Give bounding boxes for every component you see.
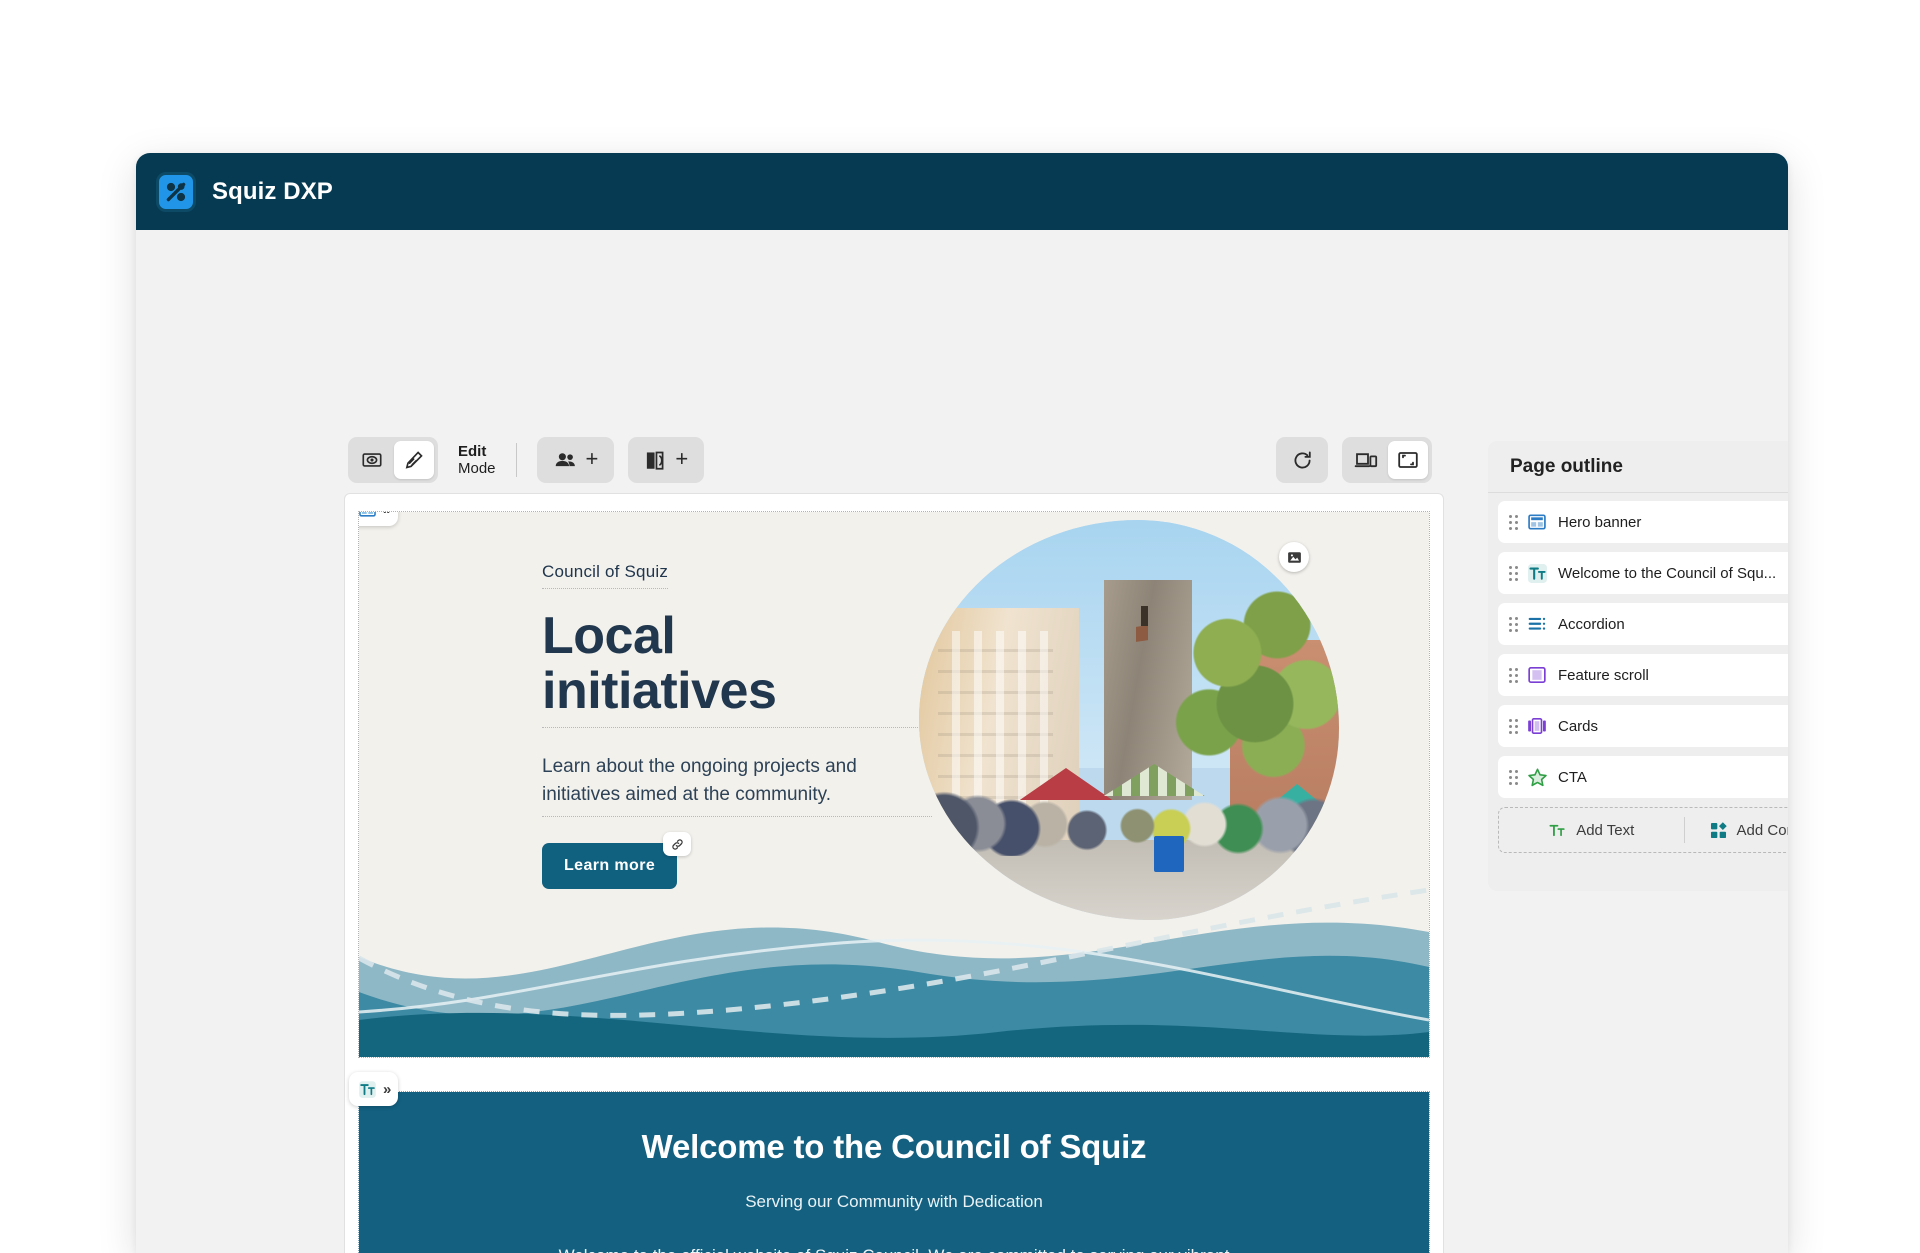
- hero-title[interactable]: Local initiatives: [542, 607, 932, 729]
- page-outline-title: Page outline: [1510, 455, 1623, 477]
- text-component-icon: [359, 1080, 376, 1098]
- photo-tower-roof: [1135, 625, 1148, 643]
- add-variant-button[interactable]: +: [628, 437, 705, 483]
- squiz-logo-icon[interactable]: [156, 171, 196, 212]
- hero-component-badge[interactable]: »: [359, 512, 399, 526]
- add-text-label: Add Text: [1576, 821, 1635, 839]
- hero-image-wrapper[interactable]: [919, 520, 1339, 920]
- edit-mode-button[interactable]: [394, 441, 434, 479]
- refresh-icon: [1294, 451, 1311, 468]
- add-audience-plus: +: [585, 446, 599, 471]
- hero-title-line1: Local: [542, 607, 676, 665]
- ab-compare-icon: [647, 451, 664, 470]
- hero-text-block: Council of Squiz Local initiatives Learn…: [542, 562, 932, 890]
- outline-row-feature-scroll[interactable]: Feature scroll•••»: [1498, 654, 1788, 696]
- device-preview-icon: [1354, 453, 1378, 468]
- app-header: Squiz DXP: [136, 153, 1788, 230]
- hero-eyebrow[interactable]: Council of Squiz: [542, 562, 669, 589]
- outline-row-cta[interactable]: CTA•••»: [1498, 756, 1788, 798]
- photo-cart: [1154, 836, 1184, 872]
- drag-handle-icon[interactable]: [1506, 666, 1520, 684]
- drag-handle-icon[interactable]: [1506, 717, 1520, 735]
- page-outline-panel: Page outline Hero banner•••» Welcome to …: [1488, 441, 1788, 891]
- hero-description[interactable]: Learn about the ongoing projects and ini…: [542, 753, 932, 818]
- outline-row-hero-banner[interactable]: Hero banner•••»: [1498, 501, 1788, 543]
- welcome-badge-chevron[interactable]: »: [383, 1081, 391, 1098]
- editor-toolbar-left: Edit Mode + +: [348, 437, 705, 483]
- edit-mode-label: Edit Mode: [458, 443, 496, 478]
- hero-banner-icon: [359, 512, 376, 517]
- hero-title-line2: initiatives: [542, 662, 777, 721]
- page-outline-header: Page outline: [1488, 441, 1788, 493]
- image-icon: [1287, 551, 1301, 563]
- text-component-icon: [1526, 562, 1548, 584]
- viewport-toggle-group: [1342, 437, 1432, 483]
- outline-add-bar: Add Text Add Component: [1498, 807, 1788, 853]
- app-window: Squiz DXP Edit Mode + + Council of Squiz…: [136, 153, 1788, 1253]
- text-icon: [1549, 824, 1565, 836]
- welcome-text-component[interactable]: » Welcome to the Council of Squiz Servin…: [349, 1072, 1430, 1253]
- hero-banner-component[interactable]: » Council of Squiz Local initiatives Lea…: [358, 511, 1430, 1058]
- edit-pencil-icon: [405, 451, 423, 469]
- add-component-button[interactable]: Add Component: [1685, 808, 1788, 852]
- drag-handle-icon[interactable]: [1506, 768, 1520, 786]
- toolbar-divider: [515, 443, 517, 477]
- outline-row-welcome-to-the-council-of-squ[interactable]: Welcome to the Council of Squ...•••»: [1498, 552, 1788, 594]
- cards-icon: [1526, 715, 1548, 737]
- welcome-subtitle[interactable]: Serving our Community with Dedication: [439, 1192, 1349, 1212]
- outline-row-label: Cards: [1558, 717, 1599, 735]
- star-icon: [1526, 766, 1548, 788]
- feature-scroll-icon: [1526, 664, 1548, 686]
- preview-eye-icon: [362, 453, 382, 467]
- hero-badge-chevron[interactable]: »: [383, 512, 391, 518]
- mode-toggle-group: [348, 437, 438, 483]
- app-title: Squiz DXP: [212, 177, 333, 205]
- hero-wave-decoration: [359, 887, 1429, 1057]
- accordion-icon: [1526, 613, 1548, 635]
- add-audience-button[interactable]: +: [536, 437, 615, 483]
- outline-row-label: Feature scroll: [1558, 666, 1649, 684]
- outline-row-label: Accordion: [1558, 615, 1625, 633]
- outline-row-label: CTA: [1558, 768, 1587, 786]
- squiz-logo-glyph: [166, 182, 186, 201]
- link-icon: [671, 839, 683, 850]
- hero-image[interactable]: [919, 520, 1339, 920]
- drag-handle-icon[interactable]: [1506, 564, 1520, 582]
- edit-mode-line2: Mode: [458, 460, 496, 477]
- preview-mode-button[interactable]: [352, 441, 392, 479]
- photo-crowd: [919, 784, 1339, 856]
- component-grid-icon: [1710, 821, 1727, 838]
- welcome-title[interactable]: Welcome to the Council of Squiz: [439, 1128, 1349, 1166]
- photo-tree: [1162, 560, 1339, 792]
- people-icon: [555, 452, 575, 466]
- welcome-component-badge[interactable]: »: [349, 1072, 399, 1106]
- page-outline-list: Hero banner•••» Welcome to the Council o…: [1488, 493, 1788, 798]
- responsive-preview-button[interactable]: [1346, 441, 1386, 479]
- add-text-button[interactable]: Add Text: [1499, 808, 1684, 852]
- hero-banner-icon: [1526, 511, 1548, 533]
- drag-handle-icon[interactable]: [1506, 513, 1520, 531]
- outline-row-accordion[interactable]: Accordion•••»: [1498, 603, 1788, 645]
- edit-mode-line1: Edit: [458, 442, 487, 460]
- hero-cta-link-badge[interactable]: [663, 832, 692, 857]
- hero-image-edit-badge[interactable]: [1279, 542, 1309, 572]
- fullscreen-icon: [1398, 452, 1418, 468]
- add-variant-plus: +: [675, 446, 689, 471]
- editor-toolbar-right: [1276, 437, 1432, 483]
- drag-handle-icon[interactable]: [1506, 615, 1520, 633]
- refresh-button[interactable]: [1276, 437, 1328, 483]
- fullscreen-button[interactable]: [1388, 441, 1428, 479]
- outline-row-label: Welcome to the Council of Squ...: [1558, 564, 1777, 582]
- outline-row-cards[interactable]: Cards•••»: [1498, 705, 1788, 747]
- welcome-paragraph-1[interactable]: Welcome to the official website of Squiz…: [554, 1242, 1234, 1253]
- add-component-label: Add Component: [1736, 821, 1788, 839]
- outline-row-label: Hero banner: [1558, 513, 1642, 531]
- page-canvas[interactable]: » Council of Squiz Local initiatives Lea…: [344, 493, 1444, 1253]
